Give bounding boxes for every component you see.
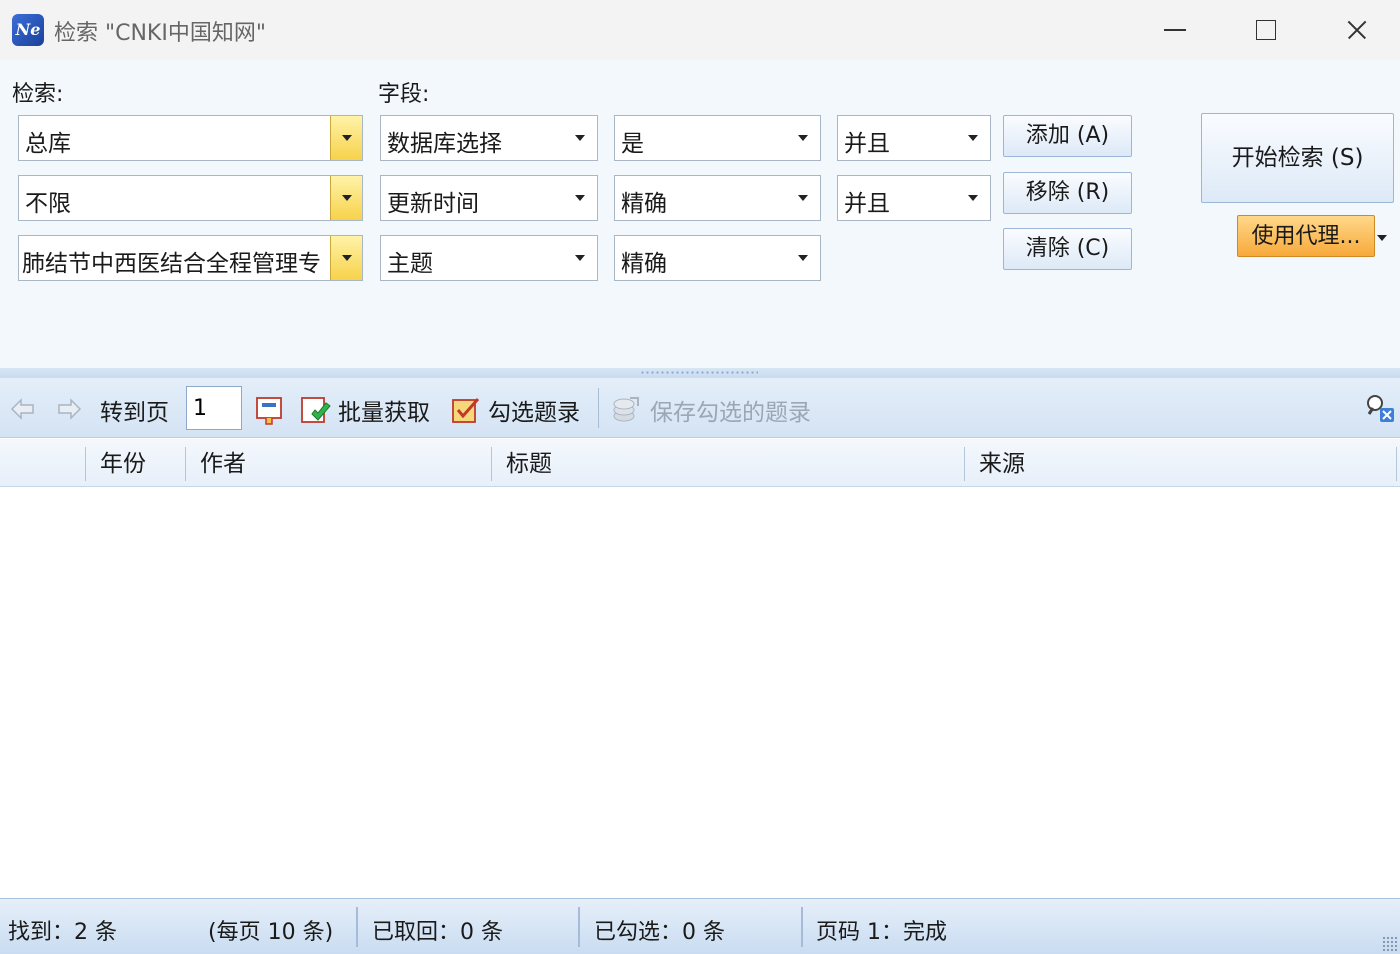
column-separator[interactable]: [491, 447, 492, 481]
column-separator[interactable]: [85, 447, 86, 481]
check-records-button[interactable]: 勾选题录: [488, 393, 580, 427]
status-separator: [356, 907, 358, 947]
status-separator: [801, 907, 803, 947]
chevron-down-icon[interactable]: [330, 116, 362, 160]
field-select-value: 数据库选择: [387, 131, 502, 157]
field-select-3[interactable]: 主题: [380, 235, 598, 281]
logic-select-value: 并且: [844, 131, 890, 157]
search-term-value: 总库: [25, 131, 71, 157]
search-term-value: 不限: [25, 191, 71, 217]
next-page-icon[interactable]: [54, 394, 84, 424]
start-search-button[interactable]: 开始检索 (S): [1201, 113, 1394, 203]
check-records-icon[interactable]: [450, 394, 480, 424]
status-separator: [578, 907, 580, 947]
field-select-value: 更新时间: [387, 191, 479, 217]
batch-fetch-icon[interactable]: [300, 394, 331, 424]
search-term-value: 肺结节中西医结合全程管理专: [22, 251, 321, 277]
chevron-down-icon: [798, 195, 808, 201]
save-checked-records-button: 保存勾选的题录: [650, 400, 811, 426]
add-button[interactable]: 添加 (A): [1003, 115, 1132, 157]
previous-page-icon[interactable]: [8, 394, 38, 424]
minimize-icon[interactable]: [1152, 10, 1198, 50]
results-toolbar: 转到页 批量获取 勾选题录 保存勾选的题录: [0, 378, 1400, 438]
column-header-title[interactable]: 标题: [506, 439, 552, 487]
toolbar-separator: [598, 388, 599, 428]
page-status: 页码 1：完成: [816, 920, 947, 945]
match-select-2[interactable]: 精确: [614, 175, 821, 221]
chevron-down-icon[interactable]: [330, 236, 362, 280]
chevron-down-icon: [968, 195, 978, 201]
results-table-body[interactable]: [0, 488, 1400, 898]
chevron-down-icon: [968, 135, 978, 141]
fetched-count: 已取回：0 条: [372, 920, 503, 945]
chevron-down-icon: [575, 135, 585, 141]
logic-select-2[interactable]: 并且: [837, 175, 991, 221]
found-count: 找到：2 条: [8, 920, 117, 945]
match-select-value: 是: [621, 131, 644, 157]
field-select-2[interactable]: 更新时间: [380, 175, 598, 221]
use-proxy-button[interactable]: 使用代理...: [1237, 215, 1375, 257]
match-select-1[interactable]: 是: [614, 115, 821, 161]
results-table-header: 年份 作者 标题 来源: [0, 439, 1400, 487]
field-label: 字段:: [378, 82, 430, 107]
chevron-down-icon: [575, 195, 585, 201]
clear-button[interactable]: 清除 (C): [1003, 228, 1132, 270]
column-header-author[interactable]: 作者: [200, 439, 246, 487]
chevron-down-icon: [798, 255, 808, 261]
goto-page-label: 转到页: [100, 400, 169, 426]
title-bar: Ne 检索 "CNKI中国知网": [0, 0, 1400, 60]
window-title: 检索 "CNKI中国知网": [54, 21, 266, 46]
chevron-down-icon: [575, 255, 585, 261]
resize-grip-icon[interactable]: [1382, 936, 1398, 952]
field-select-1[interactable]: 数据库选择: [380, 115, 598, 161]
search-term-input-1[interactable]: 总库: [18, 115, 363, 161]
chevron-down-icon: [798, 135, 808, 141]
column-separator[interactable]: [964, 447, 965, 481]
column-header-source[interactable]: 来源: [979, 439, 1025, 487]
search-label: 检索:: [12, 82, 64, 107]
page-number-input[interactable]: [186, 386, 242, 430]
go-to-page-icon[interactable]: [254, 394, 284, 425]
chevron-down-icon[interactable]: [330, 176, 362, 220]
clear-search-icon[interactable]: [1364, 392, 1394, 422]
splitter-grip: [640, 371, 758, 374]
search-term-input-3[interactable]: 肺结节中西医结合全程管理专: [18, 235, 363, 281]
search-panel: 检索: 字段: 总库 数据库选择 是 并且 不限 更新时间 精确 并且 肺结节中…: [0, 60, 1400, 368]
close-icon[interactable]: [1334, 10, 1380, 50]
field-select-value: 主题: [387, 251, 433, 277]
column-separator[interactable]: [1396, 447, 1397, 481]
checked-count: 已勾选：0 条: [594, 920, 725, 945]
remove-button[interactable]: 移除 (R): [1003, 172, 1132, 214]
logic-select-value: 并且: [844, 191, 890, 217]
status-bar: 找到：2 条 (每页 10 条) 已取回：0 条 已勾选：0 条 页码 1：完成: [0, 898, 1400, 954]
column-header-year[interactable]: 年份: [100, 439, 146, 487]
match-select-3[interactable]: 精确: [614, 235, 821, 281]
chevron-down-icon[interactable]: [1377, 235, 1387, 241]
match-select-value: 精确: [621, 191, 667, 217]
match-select-value: 精确: [621, 251, 667, 277]
logic-select-1[interactable]: 并且: [837, 115, 991, 161]
batch-fetch-button[interactable]: 批量获取: [338, 393, 430, 427]
save-records-icon: [610, 394, 640, 424]
app-logo-icon: Ne: [12, 14, 44, 46]
maximize-icon[interactable]: [1242, 10, 1288, 50]
per-page-count: (每页 10 条): [208, 920, 334, 945]
panel-splitter[interactable]: [0, 368, 1400, 378]
column-separator[interactable]: [185, 447, 186, 481]
search-term-input-2[interactable]: 不限: [18, 175, 363, 221]
